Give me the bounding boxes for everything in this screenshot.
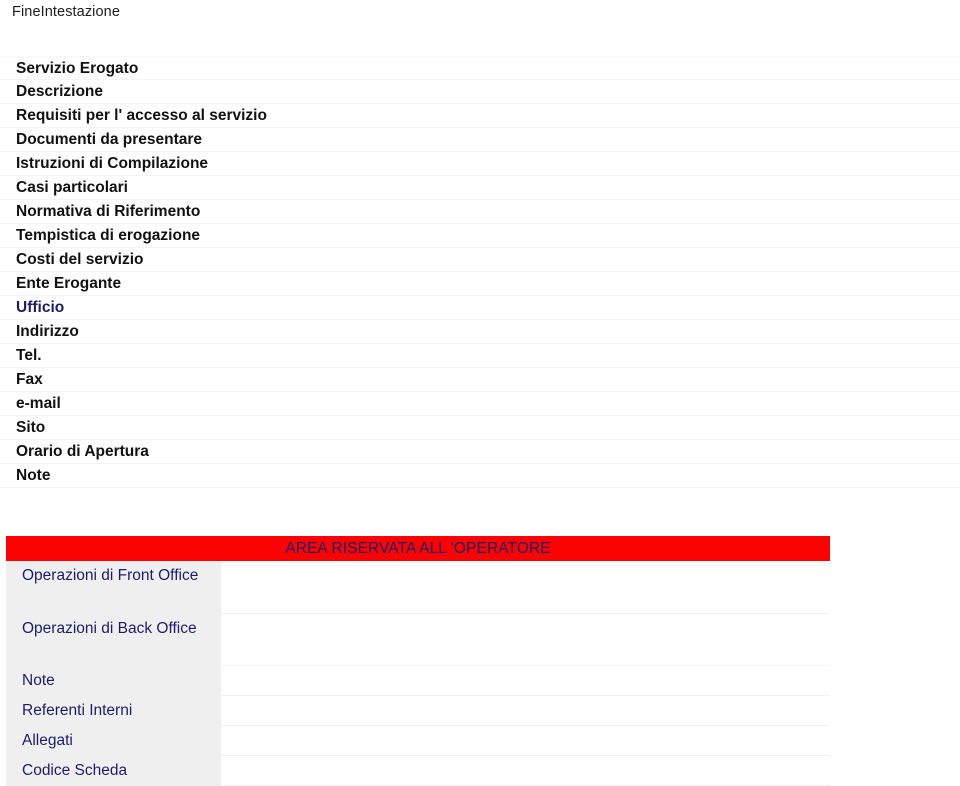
operation-label: Operazioni di Front Office <box>22 567 199 584</box>
service-field-label: Tel. <box>16 347 42 364</box>
operation-label: Referenti Interni <box>22 701 133 719</box>
operation-value <box>229 758 822 779</box>
table-row: Operazioni di Front Office <box>6 561 830 614</box>
service-field-row: Sito <box>0 416 960 440</box>
operation-value <box>229 563 822 584</box>
operation-label-cell: Codice Scheda <box>6 755 221 786</box>
table-row: Allegati <box>6 725 830 756</box>
reserved-operator-area: AREA RISERVATA ALL 'OPERATORE Operazioni… <box>6 536 830 786</box>
operation-label-cell: Note <box>6 665 221 696</box>
service-field-label: Ente Erogante <box>16 275 122 292</box>
service-field-label: Requisiti per l' accesso al servizio <box>16 107 267 124</box>
service-field-row: Indirizzo <box>0 320 960 344</box>
service-field-list: Servizio Erogato Descrizione Requisiti per… <box>0 56 960 488</box>
operation-label-cell: Referenti Interni <box>6 695 221 726</box>
operation-value <box>229 728 822 749</box>
operation-label: Operazioni di Back Office <box>22 619 197 637</box>
service-field-label: Descrizione <box>16 83 104 100</box>
operation-label-cell: Allegati <box>6 725 221 756</box>
service-field-row: Ufficio <box>0 296 960 320</box>
service-field-row: e-mail <box>0 392 960 416</box>
service-field-label: Tempistica di erogazione <box>16 227 201 244</box>
table-row: Operazioni di Back Office <box>6 613 830 666</box>
operator-operations-table: Operazioni di Front Office Operazioni di … <box>6 561 830 786</box>
service-field-label: Sito <box>16 419 46 436</box>
operation-value-cell[interactable] <box>221 613 830 666</box>
service-field-label: Casi particolari <box>16 179 128 196</box>
reserved-area-banner-title: AREA RISERVATA ALL 'OPERATORE <box>285 540 551 557</box>
service-field-label: Ufficio <box>16 299 65 316</box>
service-field-label: Istruzioni di Compilazione <box>16 155 209 172</box>
operation-label: Codice Scheda <box>22 761 128 779</box>
operation-label-cell: Operazioni di Front Office <box>6 561 221 614</box>
operator-operations-table-body: Operazioni di Front Office Operazioni di … <box>6 561 830 786</box>
operation-value <box>229 668 822 689</box>
service-field-row: Costi del servizio <box>0 248 960 272</box>
table-row: Note <box>6 665 830 696</box>
service-field-row: Normativa di Riferimento <box>0 200 960 224</box>
service-field-row: Servizio Erogato <box>0 56 960 80</box>
table-row: Codice Scheda <box>6 755 830 786</box>
service-field-label: Note <box>16 467 51 484</box>
service-field-label: Orario di Apertura <box>16 443 149 460</box>
service-field-row: Requisiti per l' accesso al servizio <box>0 104 960 128</box>
service-field-row: Orario di Apertura <box>0 440 960 464</box>
operation-value-cell[interactable] <box>221 725 830 756</box>
service-field-row: Descrizione <box>0 80 960 104</box>
service-field-row: Ente Erogante <box>0 272 960 296</box>
service-field-label: Fax <box>16 371 43 388</box>
operation-label: Allegati <box>22 731 73 749</box>
service-field-row: Documenti da presentare <box>0 128 960 152</box>
operation-label-cell: Operazioni di Back Office <box>6 613 221 666</box>
service-field-row: Istruzioni di Compilazione <box>0 152 960 176</box>
reserved-area-banner: AREA RISERVATA ALL 'OPERATORE <box>6 536 830 561</box>
table-row: Referenti Interni <box>6 695 830 726</box>
service-field-row: Casi particolari <box>0 176 960 200</box>
page-title: FineIntestazione <box>12 4 120 20</box>
page-header: FineIntestazione <box>0 0 960 30</box>
service-field-label: Indirizzo <box>16 323 79 340</box>
service-field-row: Tempistica di erogazione <box>0 224 960 248</box>
operation-value-cell[interactable] <box>221 665 830 696</box>
operation-value-cell[interactable] <box>221 695 830 726</box>
operation-value <box>229 616 822 637</box>
service-field-row: Tel. <box>0 344 960 368</box>
operation-value <box>229 698 822 719</box>
service-field-label: e-mail <box>16 395 61 412</box>
service-field-label: Documenti da presentare <box>16 131 203 148</box>
operation-value-cell[interactable] <box>221 755 830 786</box>
service-field-row: Fax <box>0 368 960 392</box>
service-field-label: Servizio Erogato <box>16 59 139 77</box>
service-field-row: Note <box>0 464 960 488</box>
service-field-label: Normativa di Riferimento <box>16 203 201 220</box>
operation-label: Note <box>22 671 55 689</box>
operation-value-cell[interactable] <box>221 561 830 614</box>
service-field-label: Costi del servizio <box>16 251 144 268</box>
